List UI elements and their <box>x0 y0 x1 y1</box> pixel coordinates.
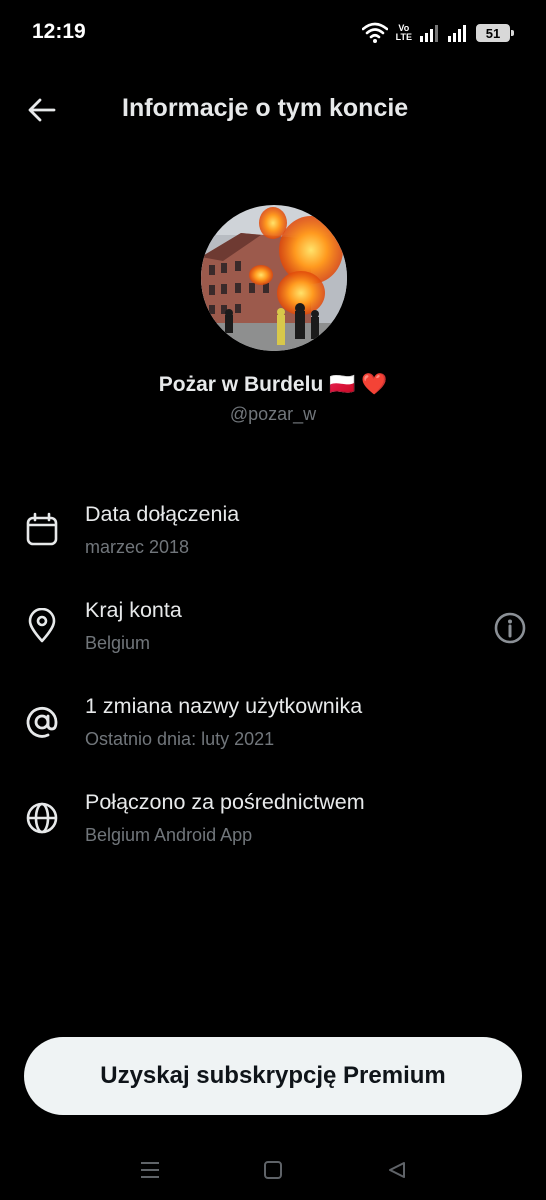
avatar-photo-burning-building <box>201 205 347 351</box>
connected-via-text: Połączono za pośrednictwem Belgium Andro… <box>85 790 365 846</box>
arrow-left-icon <box>28 98 56 122</box>
row-title: Data dołączenia <box>85 502 240 526</box>
recents-button[interactable] <box>134 1154 166 1186</box>
get-premium-button[interactable]: Uzyskaj subskrypcję Premium <box>24 1037 522 1115</box>
username-changes-row: 1 zmiana nazwy użytkownika Ostatnio dnia… <box>0 694 546 774</box>
volte-icon: Vo LTE <box>395 23 412 42</box>
row-subtitle: Belgium Android App <box>85 825 253 845</box>
back-triangle-icon <box>389 1162 405 1178</box>
system-back-button[interactable] <box>381 1154 413 1186</box>
joined-date-row: Data dołączenia marzec 2018 <box>0 502 546 582</box>
row-subtitle: Ostatnio dnia: luty 2021 <box>85 729 275 749</box>
back-button[interactable] <box>22 90 62 130</box>
status-icons: Vo LTE 51 <box>361 20 514 46</box>
display-name: Pożar w Burdelu 🇵🇱 ❤️ <box>158 373 388 396</box>
row-subtitle: marzec 2018 <box>85 537 190 557</box>
menu-icon <box>141 1162 159 1178</box>
signal-icon <box>448 25 466 42</box>
row-title: Kraj konta <box>85 598 182 622</box>
row-subtitle: Belgium <box>85 633 151 653</box>
account-country-row: Kraj konta Belgium <box>0 598 546 678</box>
avatar[interactable] <box>201 205 347 351</box>
status-time: 12:19 <box>32 20 86 43</box>
home-square-icon <box>264 1161 282 1179</box>
location-pin-icon <box>28 608 56 643</box>
calendar-icon <box>26 512 58 546</box>
row-title: Połączono za pośrednictwem <box>85 790 365 814</box>
premium-button-label: Uzyskaj subskrypcję Premium <box>100 1062 446 1089</box>
battery-level: 51 <box>485 25 501 41</box>
username-changes-text: 1 zmiana nazwy użytkownika Ostatnio dnia… <box>85 694 362 750</box>
globe-icon <box>26 802 58 834</box>
page-title: Informacje o tym koncie <box>122 94 409 122</box>
at-sign-icon <box>26 706 58 738</box>
account-info-screen: 12:19 Vo LTE 51 Informacje o tym koncie … <box>0 0 546 1200</box>
wifi-icon <box>361 22 388 43</box>
home-button[interactable] <box>257 1154 289 1186</box>
top-app-bar: Informacje o tym koncie <box>0 80 546 140</box>
system-nav-bar <box>0 1140 546 1200</box>
connected-via-row: Połączono za pośrednictwem Belgium Andro… <box>0 790 546 870</box>
battery-icon: 51 <box>476 24 514 42</box>
info-icon[interactable] <box>494 612 526 644</box>
status-bar: 12:19 Vo LTE 51 <box>0 0 546 64</box>
username-handle: @pozar_w <box>229 404 317 424</box>
joined-date-text: Data dołączenia marzec 2018 <box>85 502 239 558</box>
account-country-text: Kraj konta Belgium <box>85 598 182 654</box>
row-title: 1 zmiana nazwy użytkownika <box>85 694 363 718</box>
signal-icon <box>420 25 438 42</box>
